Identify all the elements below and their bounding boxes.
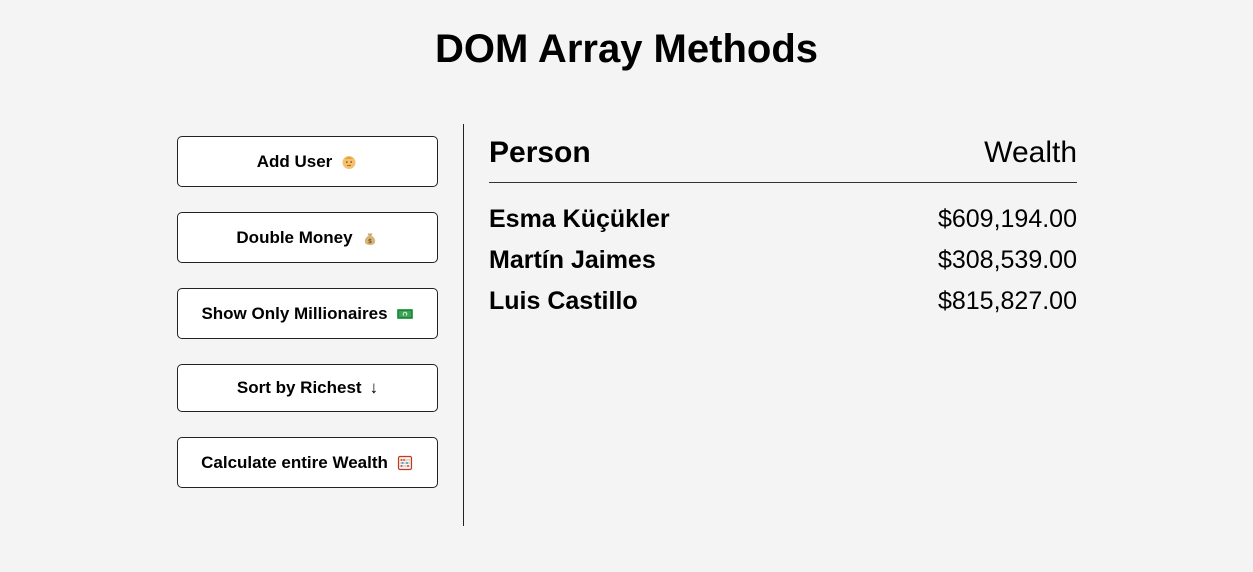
double-money-button[interactable]: Double Money $ bbox=[177, 212, 438, 263]
svg-text:$: $ bbox=[403, 312, 406, 318]
calculate-wealth-label: Calculate entire Wealth bbox=[201, 452, 388, 472]
abacus-icon bbox=[396, 454, 414, 472]
person-name: Luis Castillo bbox=[489, 287, 638, 315]
sort-richest-button[interactable]: Sort by Richest ↓ bbox=[177, 364, 438, 412]
page-title: DOM Array Methods bbox=[434, 27, 818, 71]
wealth-table: Person Wealth Esma Küçükler $609,194.00 … bbox=[489, 130, 1077, 322]
table-row: Martín Jaimes $308,539.00 bbox=[489, 240, 1077, 281]
calculate-wealth-button[interactable]: Calculate entire Wealth bbox=[177, 437, 438, 488]
baby-face-icon bbox=[340, 153, 358, 171]
show-millionaires-button[interactable]: Show Only Millionaires $ bbox=[177, 288, 438, 339]
sort-richest-label: Sort by Richest bbox=[236, 378, 362, 397]
show-millionaires-label: Show Only Millionaires bbox=[201, 303, 388, 323]
table-row: Esma Küçükler $609,194.00 bbox=[489, 199, 1077, 240]
person-column-header: Person bbox=[489, 136, 591, 169]
table-header: Person Wealth bbox=[489, 130, 1077, 183]
action-sidebar: Add User Double Money $ Show Only Millio… bbox=[177, 136, 438, 513]
person-wealth: $815,827.00 bbox=[937, 287, 1077, 315]
vertical-divider bbox=[463, 124, 464, 526]
money-bag-icon: $ bbox=[361, 229, 379, 247]
person-name: Martín Jaimes bbox=[489, 246, 656, 274]
table-rows: Esma Küçükler $609,194.00 Martín Jaimes … bbox=[489, 199, 1077, 322]
add-user-button[interactable]: Add User bbox=[177, 136, 438, 187]
add-user-label: Add User bbox=[256, 151, 333, 171]
down-arrow-icon: ↓ bbox=[369, 378, 379, 397]
wealth-column-header: Wealth bbox=[984, 136, 1077, 169]
double-money-label: Double Money bbox=[236, 227, 353, 247]
dollar-banknote-icon: $ bbox=[396, 305, 414, 323]
table-row: Luis Castillo $815,827.00 bbox=[489, 281, 1077, 322]
svg-text:$: $ bbox=[367, 238, 371, 245]
person-name: Esma Küçükler bbox=[489, 205, 670, 233]
person-wealth: $609,194.00 bbox=[937, 205, 1077, 233]
person-wealth: $308,539.00 bbox=[937, 246, 1077, 274]
